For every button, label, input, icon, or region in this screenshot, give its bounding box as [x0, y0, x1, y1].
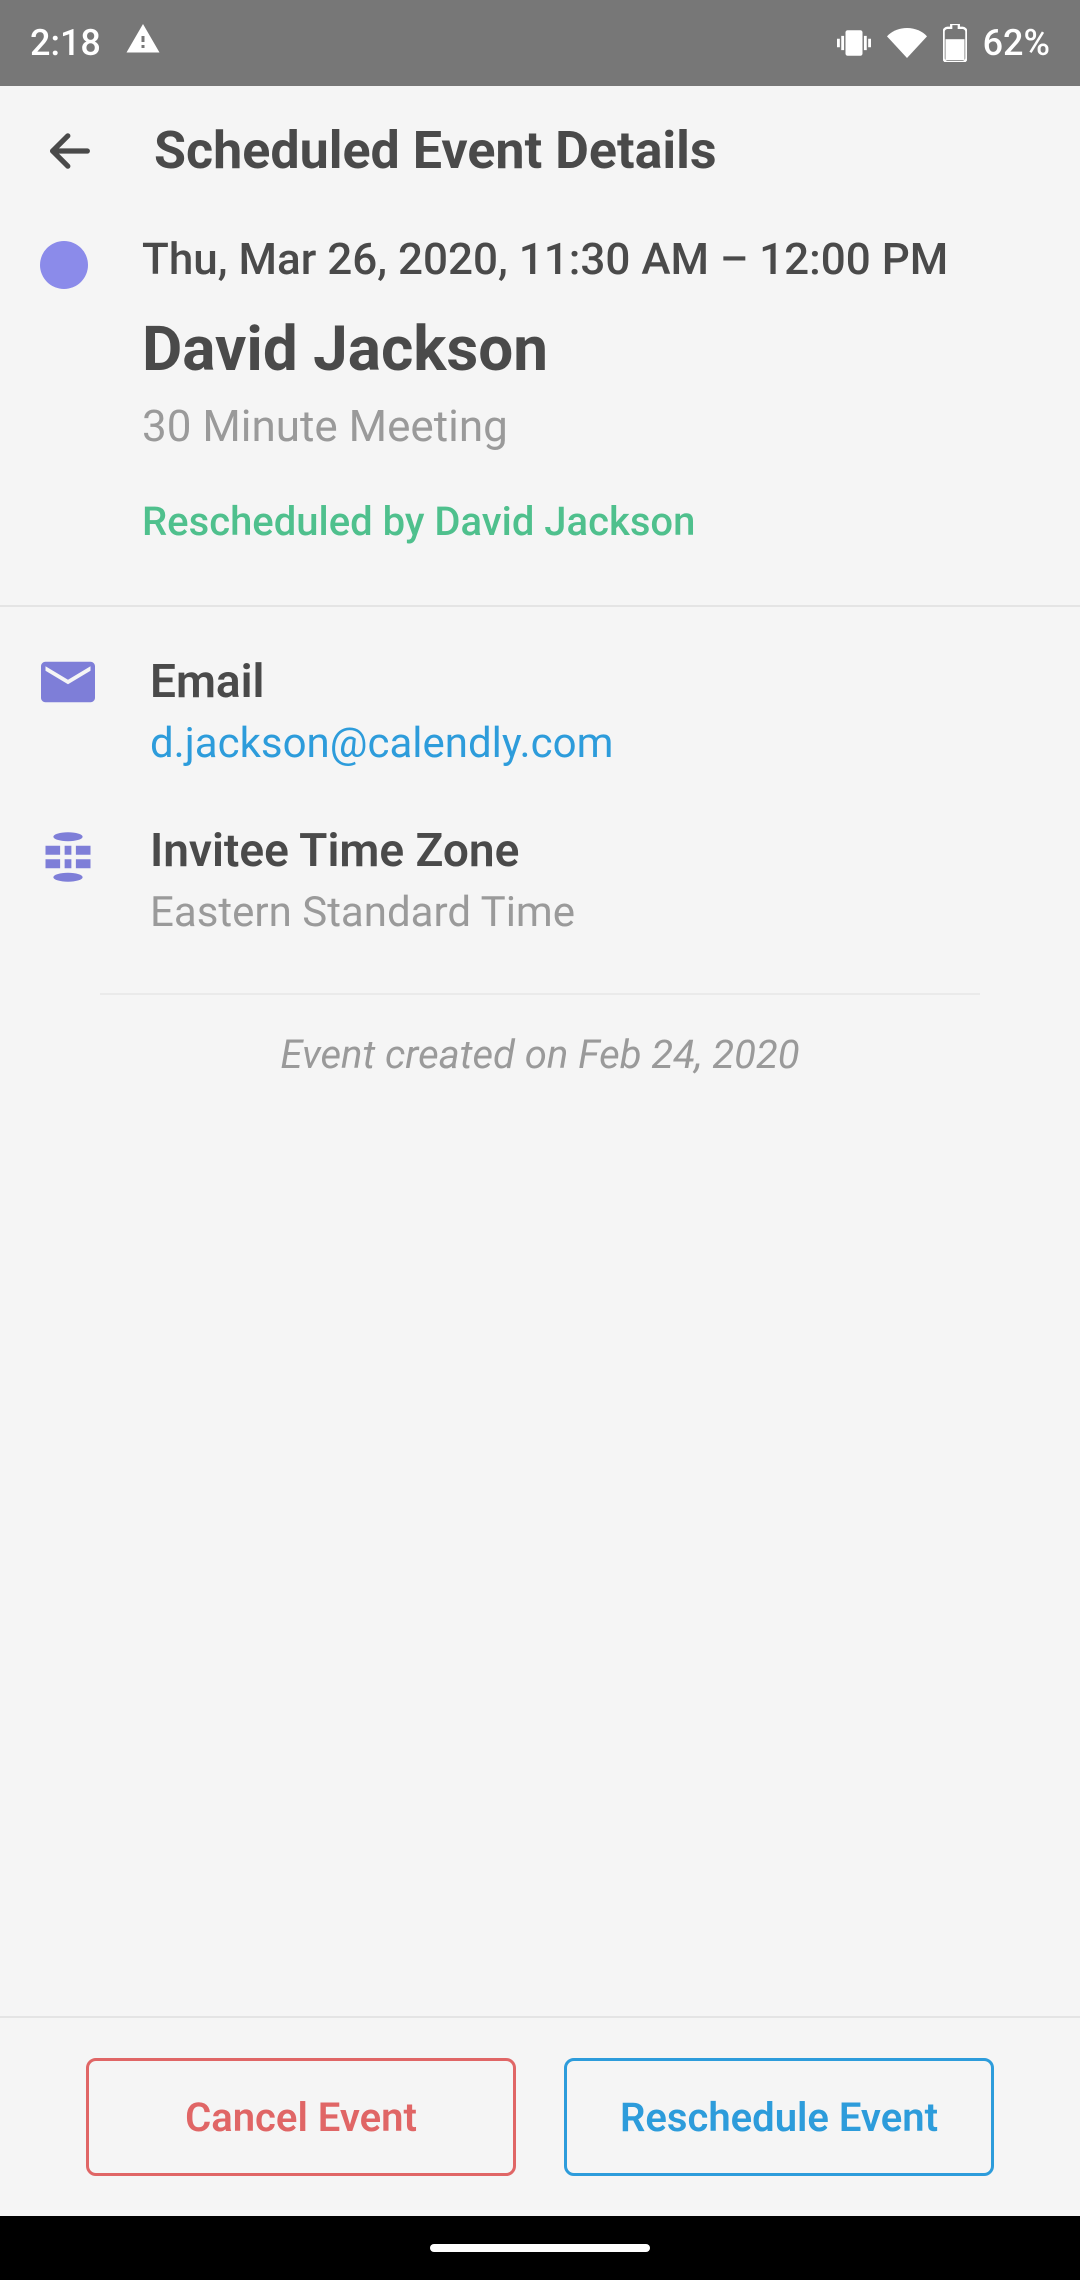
- timezone-label: Invitee Time Zone: [150, 824, 575, 878]
- android-nav-bar: [0, 2216, 1080, 2280]
- page-title: Scheduled Event Details: [154, 120, 717, 181]
- detail-row-email: Email d.jackson@calendly.com: [40, 655, 1040, 768]
- event-created-on: Event created on Feb 24, 2020: [40, 995, 1040, 1114]
- reschedule-event-button[interactable]: Reschedule Event: [564, 2058, 994, 2176]
- status-bar: 2:18 62%: [0, 0, 1080, 86]
- email-label: Email: [150, 655, 613, 709]
- event-details: Email d.jackson@calendly.com Invitee Ti: [0, 607, 1080, 1114]
- event-summary: Thu, Mar 26, 2020, 11:30 AM – 12:00 PM D…: [0, 215, 1080, 605]
- back-button[interactable]: [40, 121, 100, 181]
- event-color-dot: [40, 241, 88, 289]
- timezone-value: Eastern Standard Time: [150, 888, 575, 937]
- detail-row-timezone: Invitee Time Zone Eastern Standard Time: [40, 824, 1040, 937]
- mail-icon: [40, 661, 96, 717]
- warning-icon: [125, 21, 161, 66]
- status-battery: 62%: [983, 22, 1050, 64]
- battery-icon: [943, 24, 967, 62]
- nav-pill[interactable]: [430, 2244, 650, 2252]
- event-datetime: Thu, Mar 26, 2020, 11:30 AM – 12:00 PM: [142, 233, 948, 285]
- invitee-name: David Jackson: [142, 313, 948, 386]
- bottom-action-bar: Cancel Event Reschedule Event: [0, 2016, 1080, 2216]
- globe-icon: [40, 830, 96, 886]
- vibrate-icon: [837, 26, 871, 60]
- status-time: 2:18: [30, 22, 101, 64]
- cancel-event-button[interactable]: Cancel Event: [86, 2058, 516, 2176]
- wifi-icon: [887, 23, 927, 63]
- event-type: 30 Minute Meeting: [142, 400, 948, 452]
- email-value[interactable]: d.jackson@calendly.com: [150, 719, 613, 768]
- app-header: Scheduled Event Details: [0, 86, 1080, 215]
- event-status-note: Rescheduled by David Jackson: [142, 498, 948, 545]
